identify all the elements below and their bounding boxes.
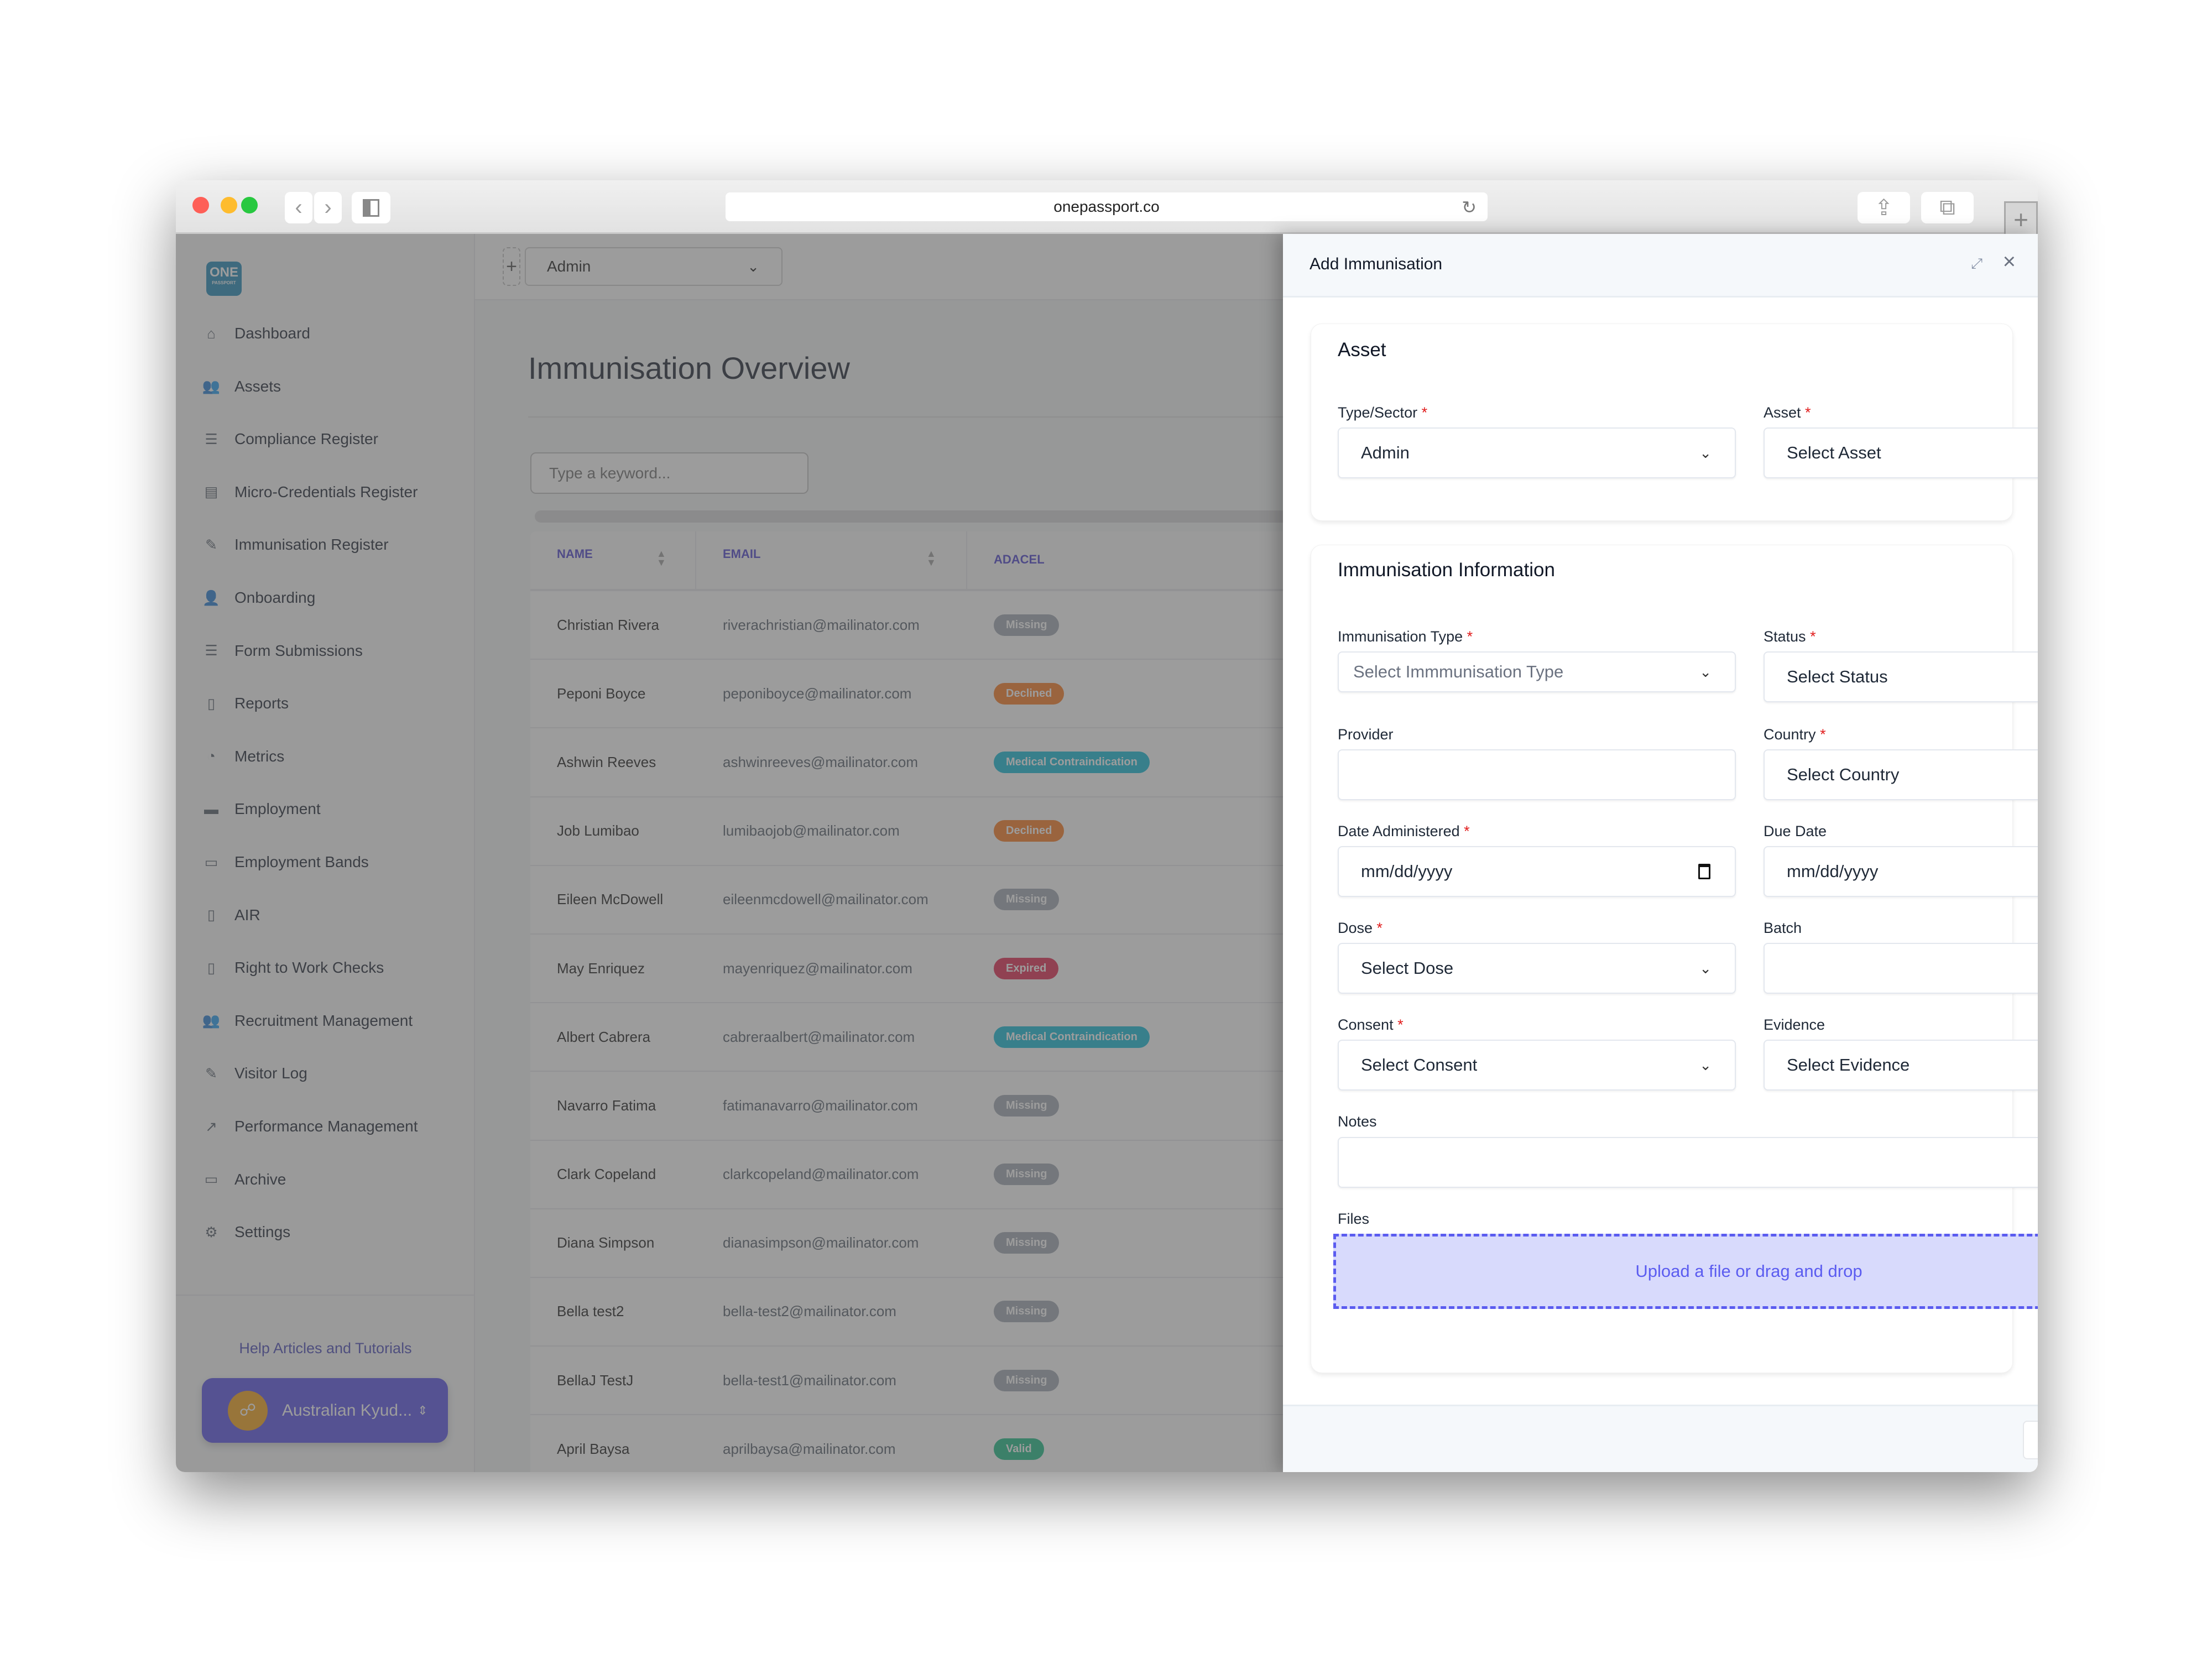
- upload-text: Upload a file or drag and drop: [1635, 1261, 1863, 1281]
- evidence-select[interactable]: Select Evidence⌄: [1764, 1040, 2038, 1091]
- country-label: Country *: [1764, 726, 1826, 743]
- chevron-down-icon: ⌄: [1699, 959, 1712, 977]
- consent-label: Consent *: [1338, 1016, 1404, 1033]
- asset-select[interactable]: Select Asset⌄: [1764, 427, 2038, 478]
- url-text: onepassport.co: [1053, 198, 1160, 215]
- minimize-window-button[interactable]: [221, 197, 237, 213]
- app-content: ONE PASSPORT ⌂Dashboard👥Assets☰Complianc…: [176, 234, 2038, 1472]
- panel-header: Add Immunisation ⤢ ×: [1283, 234, 2038, 298]
- browser-toolbar: ‹ › onepassport.co ↻ ⇪ ⧉ +: [176, 180, 2038, 236]
- sidebar-icon: [363, 199, 379, 217]
- immunisation-type-select[interactable]: Select Immmunisation Type ⌄: [1338, 651, 1736, 692]
- calendar-icon[interactable]: [1698, 864, 1710, 879]
- modal-backdrop[interactable]: [176, 234, 1283, 1472]
- select-value: Admin: [1361, 443, 1410, 462]
- date-administered-input[interactable]: mm/dd/yyyy: [1338, 846, 1736, 897]
- batch-input[interactable]: [1764, 943, 2038, 994]
- tabs-overview-button[interactable]: ⧉: [1921, 192, 1974, 223]
- immunisation-type-label: Immunisation Type *: [1338, 628, 1473, 645]
- provider-input[interactable]: [1338, 749, 1736, 800]
- files-label: Files: [1338, 1211, 1370, 1227]
- file-upload-dropzone[interactable]: Upload a file or drag and drop: [1333, 1234, 2038, 1309]
- select-value: Select Evidence: [1787, 1055, 1910, 1074]
- chevron-down-icon: ⌄: [1699, 444, 1712, 461]
- section-title: Immunisation Information: [1338, 559, 1555, 581]
- close-icon[interactable]: ×: [2003, 249, 2016, 274]
- select-value: Select Status: [1787, 667, 1888, 686]
- chevron-right-icon: ›: [324, 195, 332, 220]
- notes-label: Notes: [1338, 1113, 1377, 1130]
- select-value: Select Consent: [1361, 1055, 1478, 1074]
- maximize-window-button[interactable]: [241, 197, 258, 213]
- due-date-input[interactable]: mm/dd/yyyy: [1764, 846, 2038, 897]
- expand-icon[interactable]: ⤢: [1971, 255, 1983, 273]
- provider-label: Provider: [1338, 726, 1394, 743]
- asset-section: Asset Type/Sector * Admin ⌄ Asset * Selec…: [1311, 324, 2038, 521]
- select-value: Select Asset: [1787, 443, 1881, 462]
- forward-button[interactable]: ›: [314, 192, 342, 223]
- section-title: Asset: [1338, 339, 1386, 361]
- back-button[interactable]: ‹: [285, 192, 312, 223]
- select-placeholder: Select Immmunisation Type: [1353, 662, 1564, 681]
- reload-icon[interactable]: ↻: [1462, 197, 1477, 218]
- plus-icon: +: [2013, 205, 2028, 234]
- share-button[interactable]: ⇪: [1858, 192, 1910, 223]
- batch-label: Batch: [1764, 920, 1802, 936]
- dose-label: Dose *: [1338, 920, 1383, 936]
- status-label: Status *: [1764, 628, 1816, 645]
- select-value: Select Dose: [1361, 958, 1454, 978]
- chevron-left-icon: ‹: [295, 195, 302, 220]
- tabs-icon: ⧉: [1939, 195, 1955, 220]
- new-tab-button[interactable]: +: [2004, 201, 2038, 236]
- panel-footer: Close Save: [1283, 1405, 2038, 1472]
- chevron-down-icon: ⌄: [1699, 663, 1712, 680]
- browser-window: ‹ › onepassport.co ↻ ⇪ ⧉ + ONE PASSPORT …: [176, 180, 2038, 1472]
- date-administered-label: Date Administered *: [1338, 823, 1470, 839]
- type-sector-select[interactable]: Admin ⌄: [1338, 427, 1736, 478]
- immunisation-info-section: Immunisation Information Immunisation Ty…: [1311, 545, 2038, 1373]
- sidebar-toggle-button[interactable]: [352, 192, 390, 223]
- status-select[interactable]: Select Status⌄: [1764, 651, 2038, 702]
- chevron-down-icon: ⌄: [1699, 1056, 1712, 1073]
- date-placeholder: mm/dd/yyyy: [1787, 862, 1879, 881]
- type-sector-label: Type/Sector *: [1338, 404, 1428, 421]
- close-button[interactable]: Close: [2023, 1421, 2038, 1459]
- asset-label: Asset *: [1764, 404, 1811, 421]
- select-value: Select Country: [1787, 765, 1900, 784]
- consent-select[interactable]: Select Consent ⌄: [1338, 1040, 1736, 1091]
- country-select[interactable]: Select Country⌄: [1764, 749, 2038, 800]
- notes-input[interactable]: [1338, 1137, 2038, 1188]
- close-window-button[interactable]: [192, 197, 209, 213]
- address-bar[interactable]: onepassport.co ↻: [726, 192, 1488, 221]
- due-date-label: Due Date: [1764, 823, 1827, 839]
- panel-title: Add Immunisation: [1310, 255, 1443, 273]
- add-immunisation-panel: Add Immunisation ⤢ × Asset Type/Sector *…: [1283, 234, 2038, 1472]
- dose-select[interactable]: Select Dose ⌄: [1338, 943, 1736, 994]
- share-icon: ⇪: [1874, 195, 1893, 220]
- evidence-label: Evidence: [1764, 1016, 1825, 1033]
- date-placeholder: mm/dd/yyyy: [1361, 862, 1453, 881]
